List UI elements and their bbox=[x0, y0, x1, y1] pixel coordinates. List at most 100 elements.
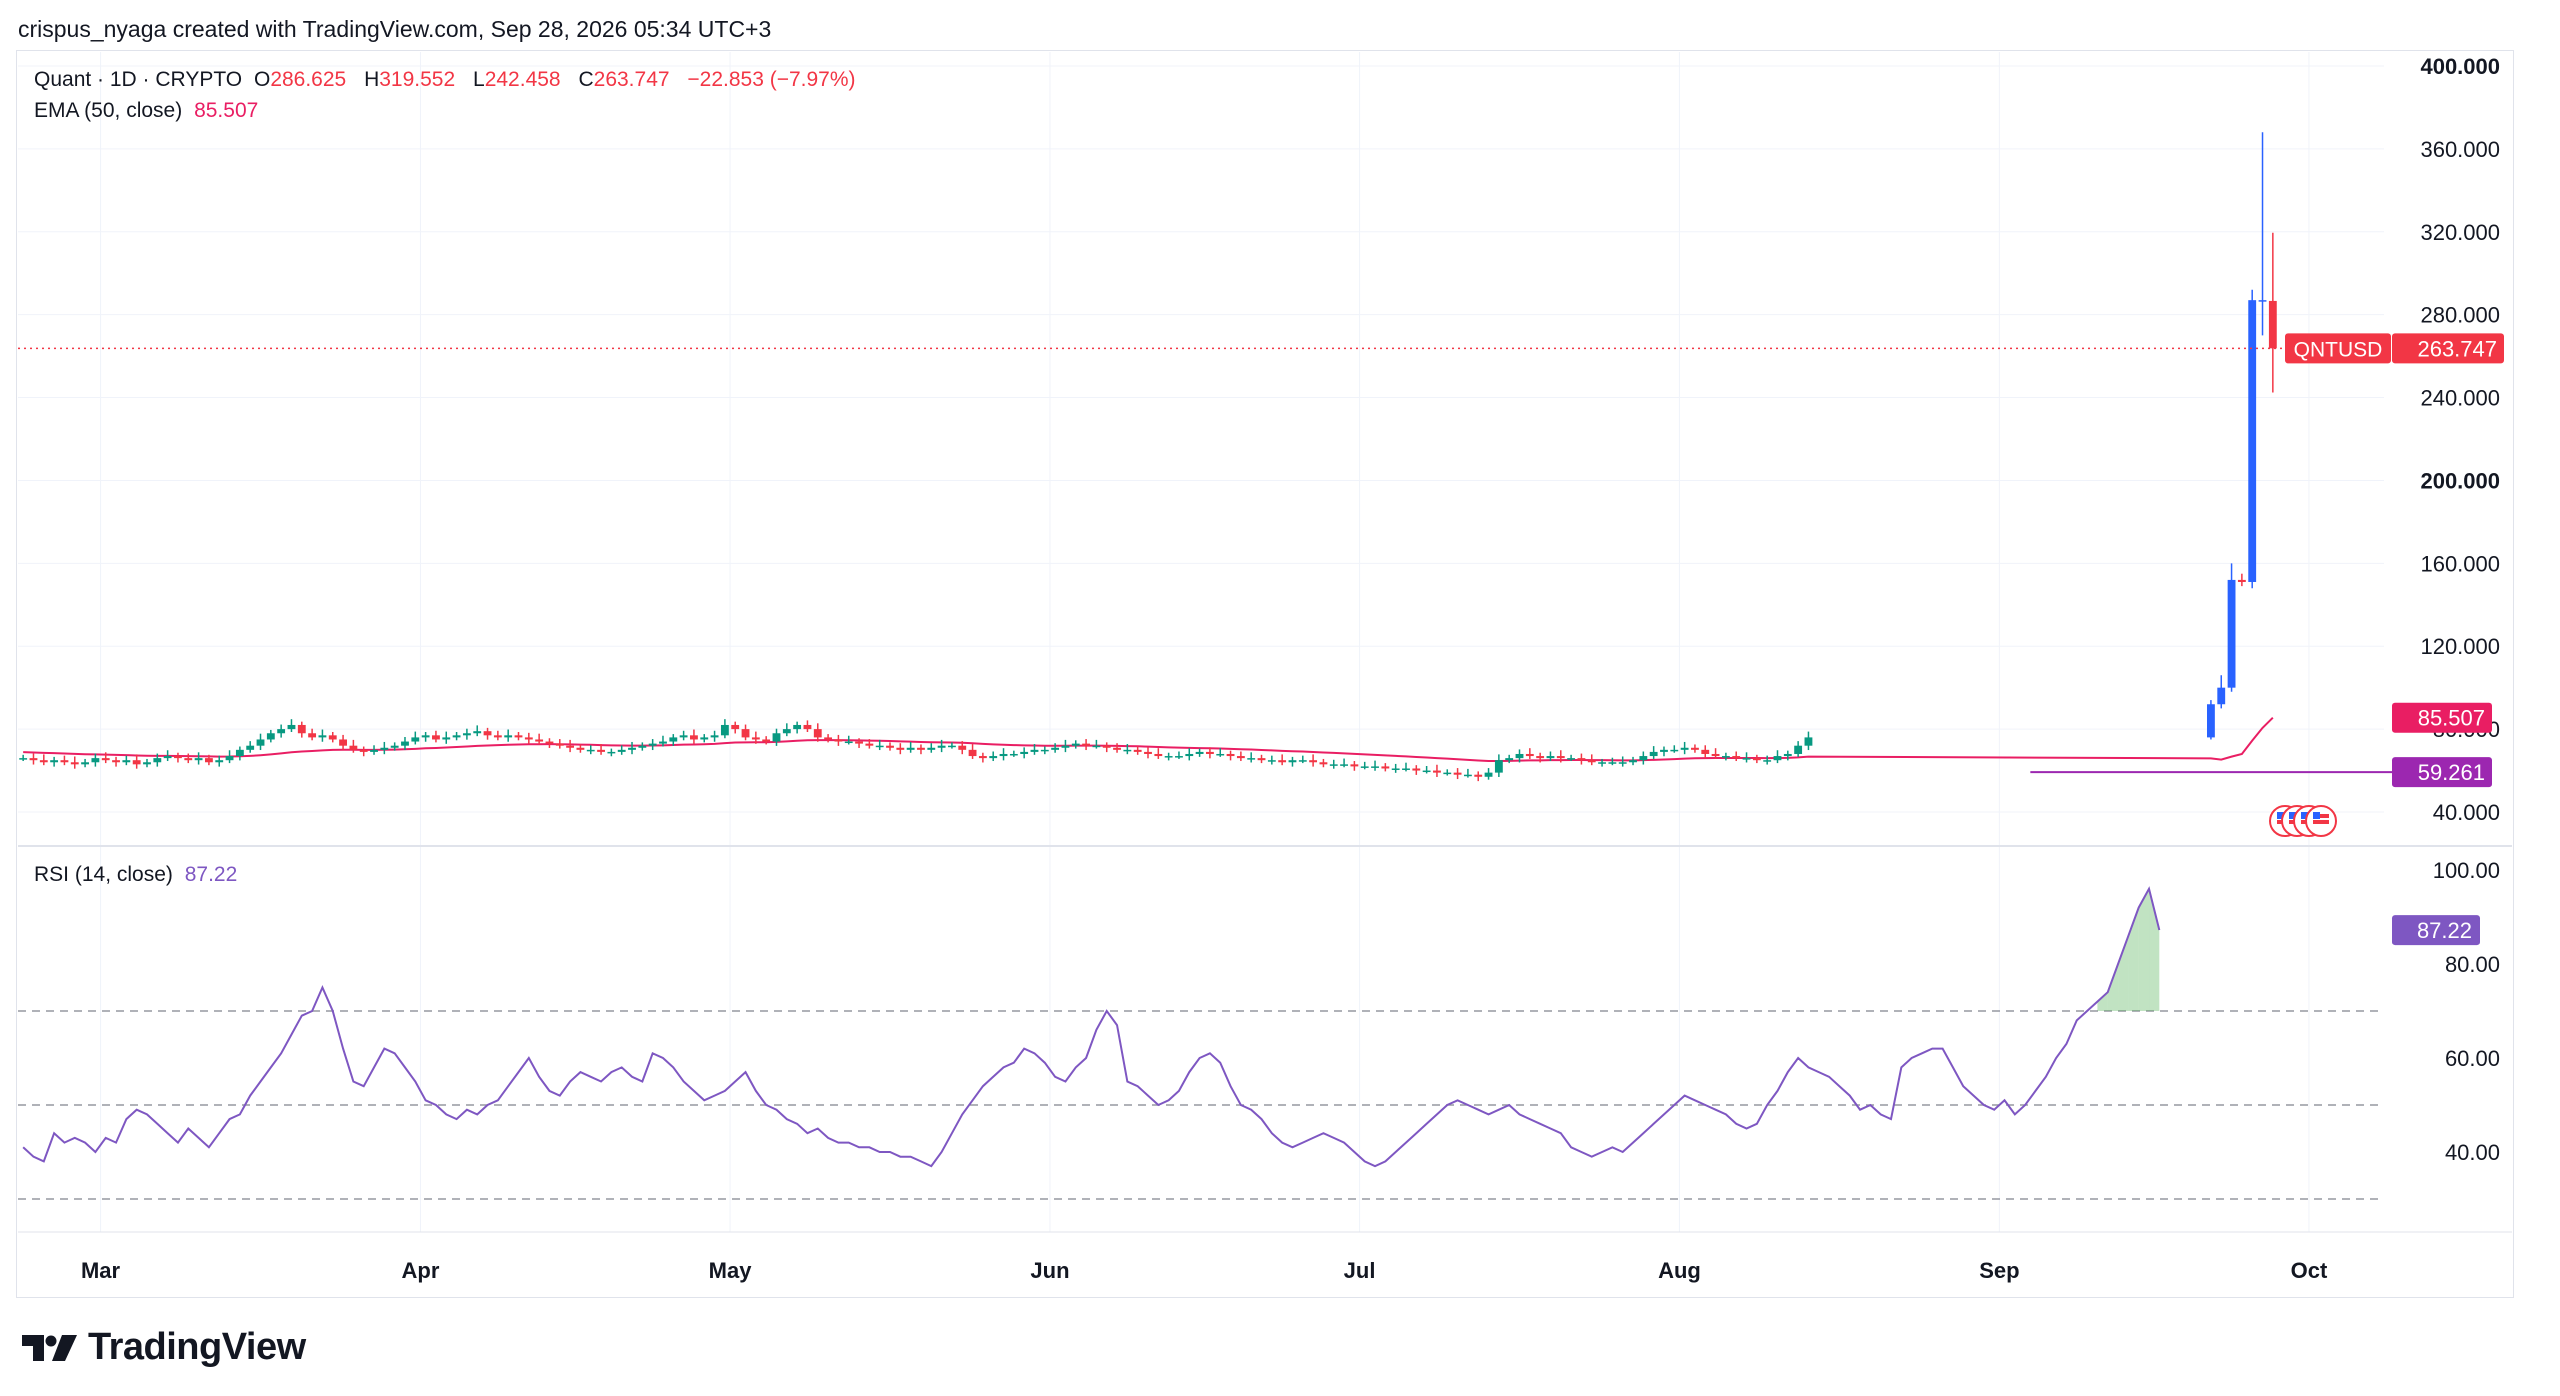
candle-body bbox=[1402, 768, 1410, 770]
candle-body bbox=[1133, 749, 1142, 752]
candle-body bbox=[999, 753, 1008, 757]
candle-body bbox=[1164, 756, 1173, 758]
candle-body bbox=[1371, 766, 1379, 768]
candle-body bbox=[937, 745, 946, 748]
candle-body bbox=[865, 743, 874, 746]
price-axis-tick: 360.000 bbox=[2420, 137, 2500, 162]
candle-body bbox=[586, 749, 595, 752]
candle-body bbox=[1484, 772, 1493, 777]
candle-body bbox=[607, 751, 616, 754]
candle-body bbox=[700, 737, 709, 740]
rsi-axis-tick: 100.00 bbox=[2433, 858, 2500, 883]
candle-body bbox=[1463, 774, 1472, 777]
candle-body bbox=[659, 741, 667, 744]
candle-body bbox=[1546, 756, 1555, 759]
candle-body bbox=[1102, 745, 1111, 748]
candle-body bbox=[1494, 760, 1503, 773]
candle-body bbox=[132, 760, 141, 765]
candle-body bbox=[143, 762, 151, 765]
candle-body bbox=[1123, 749, 1132, 752]
candle-body bbox=[679, 735, 688, 738]
candle-body bbox=[1205, 751, 1214, 754]
candle-body bbox=[1391, 768, 1400, 770]
candle-body bbox=[235, 749, 244, 757]
candle-body bbox=[1319, 762, 1328, 765]
candle-body bbox=[1721, 756, 1730, 758]
candle-body bbox=[277, 729, 286, 734]
candle-body bbox=[1267, 760, 1276, 762]
candle-body bbox=[1752, 758, 1761, 761]
candle-body bbox=[834, 739, 843, 742]
economic-event-icon-stripe bbox=[2313, 820, 2329, 824]
support-value-tag-text: 59.261 bbox=[2418, 760, 2485, 785]
candle-body bbox=[1113, 747, 1121, 750]
open-value: 286.625 bbox=[270, 68, 347, 91]
candle-body bbox=[690, 735, 698, 740]
candle-body bbox=[1536, 756, 1545, 759]
ema-value-tag-text: 85.507 bbox=[2418, 706, 2485, 731]
candle-body bbox=[1598, 762, 1606, 764]
candle-body bbox=[1804, 737, 1813, 746]
candle-body bbox=[1660, 749, 1668, 752]
candle-body bbox=[762, 739, 771, 742]
candle-body bbox=[751, 737, 760, 740]
ema-value: 85.507 bbox=[194, 99, 259, 122]
tradingview-logo[interactable]: TradingView bbox=[22, 1326, 306, 1369]
candle-body bbox=[844, 741, 853, 744]
candle-body bbox=[617, 749, 626, 752]
candle-body bbox=[1567, 758, 1576, 760]
price-chart[interactable]: 40.00080.000120.000160.000200.000240.000… bbox=[0, 0, 2560, 1310]
candle-body bbox=[297, 724, 306, 734]
candle-body bbox=[1505, 758, 1514, 761]
candle-body bbox=[246, 745, 255, 750]
candle-body bbox=[1216, 753, 1225, 756]
candle-body bbox=[917, 747, 925, 750]
price-axis-tick: 240.000 bbox=[2420, 386, 2500, 411]
candle-body bbox=[1185, 753, 1194, 757]
candle-body bbox=[1051, 747, 1060, 750]
candle-body bbox=[39, 760, 48, 763]
candle-body bbox=[70, 762, 79, 765]
candle-body bbox=[1587, 760, 1596, 763]
candle-body bbox=[1433, 770, 1441, 773]
candle-body bbox=[50, 760, 59, 763]
price-axis-tick: 320.000 bbox=[2420, 220, 2500, 245]
candle-body bbox=[1618, 762, 1627, 764]
candle-body bbox=[1360, 766, 1369, 768]
candle-body bbox=[648, 743, 657, 746]
last-price-tag-text: 263.747 bbox=[2417, 336, 2497, 361]
candle-body bbox=[2227, 579, 2236, 688]
candle-body bbox=[2258, 300, 2267, 302]
candle-body bbox=[1144, 751, 1152, 754]
candle-body bbox=[401, 741, 409, 746]
candle-body bbox=[215, 760, 224, 763]
candle-body bbox=[741, 729, 750, 738]
candle-body bbox=[555, 743, 564, 746]
candle-body bbox=[349, 745, 358, 750]
candle-body bbox=[380, 747, 389, 750]
candle-body bbox=[978, 756, 987, 759]
candle-body bbox=[256, 739, 265, 746]
candle-body bbox=[163, 756, 172, 759]
time-axis-tick: Jul bbox=[1344, 1258, 1376, 1283]
candle-body bbox=[1412, 768, 1421, 771]
candle-body bbox=[793, 724, 802, 730]
rsi-legend: RSI (14, close) 87.22 bbox=[34, 863, 243, 887]
price-axis-tick: 280.000 bbox=[2420, 303, 2500, 328]
candle-body bbox=[493, 735, 502, 738]
time-axis-tick: May bbox=[709, 1258, 753, 1283]
candle-body bbox=[1247, 758, 1256, 760]
candle-body bbox=[1629, 760, 1637, 763]
candle-body bbox=[989, 756, 998, 759]
candle-body bbox=[1422, 770, 1431, 773]
candle-body bbox=[1783, 753, 1792, 757]
candle-body bbox=[370, 749, 378, 752]
candle-body bbox=[948, 745, 956, 748]
candle-body bbox=[896, 747, 905, 750]
candle-body bbox=[1670, 749, 1679, 752]
time-axis-tick: Sep bbox=[1979, 1258, 2019, 1283]
candle-body bbox=[576, 747, 585, 750]
candle-body bbox=[287, 724, 296, 730]
candle-body bbox=[1226, 753, 1235, 757]
candle-body bbox=[1257, 758, 1266, 761]
